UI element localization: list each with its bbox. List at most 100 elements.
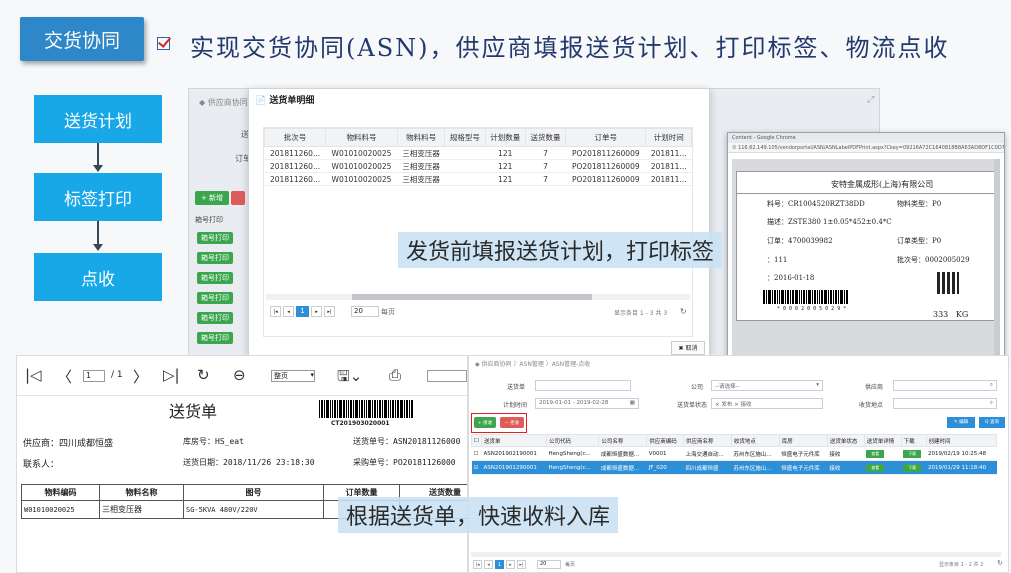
cell: 接收 xyxy=(827,446,865,461)
print-box-button[interactable]: 箱号打印 xyxy=(197,252,233,264)
add-button[interactable]: + 新增 xyxy=(195,191,229,205)
back-icon[interactable]: ⊖ xyxy=(233,366,246,384)
download-button[interactable]: 下载 xyxy=(903,463,922,472)
print-box-button[interactable]: 箱号打印 xyxy=(197,272,233,284)
current-page[interactable]: 1 xyxy=(296,306,309,317)
prev-page-icon[interactable]: 〈 xyxy=(57,366,72,387)
note-title: 送货单 xyxy=(169,402,218,421)
search-icon[interactable]: ⌕ xyxy=(990,400,993,407)
table-row-selected[interactable]: ☑ ASN201901290001 HengSheng(c... 成都恒盛数据.… xyxy=(471,460,997,475)
query-button[interactable]: Q 查询 xyxy=(979,417,1005,428)
column-header[interactable]: 收货地点 xyxy=(730,434,780,447)
table-row[interactable]: 20181126​0... W01010020025 三相变压器 121 7 P… xyxy=(264,159,692,173)
last-page-icon[interactable]: ▷| xyxy=(163,366,180,384)
page-title: 实现交货协同(ASN)，供应商填报送货计划、打印标签、物流点收 xyxy=(190,34,950,62)
cancel-button[interactable]: ✖ 取消 xyxy=(671,341,705,355)
next-page-icon[interactable]: 〉 xyxy=(133,366,148,387)
reject-button[interactable]: − 拒收 xyxy=(500,417,524,428)
column-header[interactable]: 公司名称 xyxy=(598,434,648,447)
print-icon[interactable]: ⎙ xyxy=(389,366,401,384)
column-header[interactable]: 计划时间 xyxy=(645,128,692,147)
next-page-icon[interactable]: ▸ xyxy=(506,560,515,569)
first-page-icon[interactable]: |◂ xyxy=(473,560,482,569)
print-box-button[interactable]: 箱号打印 xyxy=(197,312,233,324)
supplier-input[interactable]: ⌕ xyxy=(893,380,997,391)
view-button[interactable]: 查看 xyxy=(866,463,885,472)
column-header[interactable]: 规格型号 xyxy=(444,128,486,147)
column-header[interactable]: 物料料号 xyxy=(396,128,446,147)
page-size-select[interactable]: 20 xyxy=(537,560,561,569)
pager: |◂ ◂ 1 ▸ ▸| 20 每页 xyxy=(473,560,673,572)
horizontal-scrollbar[interactable] xyxy=(471,552,1001,557)
table-row[interactable]: ☐ ASN201902190001 HengSheng(c... 成都恒盛数据.… xyxy=(471,446,997,461)
refresh-icon[interactable]: ↻ xyxy=(680,307,687,316)
next-page-icon[interactable]: ▸ xyxy=(311,306,322,317)
asn-receive-window: ◆ 供应商协同 〉ASN管理 〉ASN管理-点收 送货单 公司 --请选择-- ▾… xyxy=(468,355,1009,573)
table-row[interactable]: 20181126​0... W01010020025 三相变压器 121 7 P… xyxy=(264,146,692,160)
column-header[interactable]: 批次号 xyxy=(263,128,327,147)
column-header[interactable]: 送货数量 xyxy=(524,128,567,147)
refresh-icon[interactable]: ↻ xyxy=(997,559,1003,567)
report-toolbar: |◁ 〈 1 / 1 〉 ▷| ↻ ⊖ 整页 ▾ 🖫⌄ ⎙ xyxy=(17,356,467,396)
url-bar[interactable]: ① 116.62.149.105/vendorportal/ASN/ASNLab… xyxy=(728,143,1004,153)
prev-page-icon[interactable]: ◂ xyxy=(484,560,493,569)
page-input[interactable]: 1 xyxy=(83,370,105,382)
select-all-checkbox[interactable]: ☐ xyxy=(471,434,482,447)
horizontal-scrollbar[interactable] xyxy=(266,294,690,300)
qr-code xyxy=(937,272,959,294)
row-checkbox[interactable]: ☑ xyxy=(471,460,482,475)
label-date: ：2016-01-18 xyxy=(767,274,815,282)
expand-icon[interactable]: ⤢ xyxy=(867,95,874,105)
cell: 121 xyxy=(485,146,526,160)
asn-input[interactable] xyxy=(535,380,631,391)
view-button[interactable]: 查看 xyxy=(866,449,885,458)
current-page[interactable]: 1 xyxy=(495,560,504,569)
column-header[interactable]: 订单号 xyxy=(565,128,647,147)
location-input[interactable]: ⌕ xyxy=(893,398,997,409)
print-box-button[interactable]: 箱号打印 xyxy=(197,292,233,304)
cell: 三相变压器 xyxy=(99,500,184,519)
column-header[interactable]: 计划数量 xyxy=(484,128,526,147)
download-button[interactable]: 下载 xyxy=(903,449,922,458)
status-select[interactable]: × 发布 × 接收 xyxy=(711,398,823,409)
column-header[interactable]: 送货单 xyxy=(481,434,547,447)
per-page-label: 每页 xyxy=(381,307,395,316)
table-row[interactable]: 20181126​0... W01010020025 三相变压器 121 7 P… xyxy=(264,172,692,186)
column-header[interactable]: 库房 xyxy=(778,434,828,447)
delete-button[interactable] xyxy=(231,191,245,205)
print-box-button[interactable]: 箱号打印 xyxy=(197,332,233,344)
first-page-icon[interactable]: |◁ xyxy=(25,366,42,384)
company-select[interactable]: --请选择-- ▾ xyxy=(711,380,823,391)
prev-page-icon[interactable]: ◂ xyxy=(283,306,294,317)
refresh-icon[interactable]: ↻ xyxy=(197,366,210,384)
last-page-icon[interactable]: ▸| xyxy=(324,306,335,317)
search-input[interactable] xyxy=(427,370,467,382)
save-icon[interactable]: 🖫⌄ xyxy=(337,366,362,391)
print-box-button[interactable]: 箱号打印 xyxy=(197,232,233,244)
column-header[interactable]: 送货单状态 xyxy=(826,434,865,447)
column-header[interactable]: 供应商编码 xyxy=(646,434,685,447)
column-header[interactable]: 创建时间 xyxy=(925,434,997,447)
edit-button[interactable]: ✎ 编辑 xyxy=(947,417,975,428)
asn-field: 送货单号：ASN20181126000 xyxy=(353,437,461,446)
row-checkbox[interactable]: ☐ xyxy=(471,446,482,461)
plan-time-input[interactable]: 2019-01-01 - 2019-02-28 ▦ xyxy=(535,398,639,409)
column-header[interactable]: 送货单详情 xyxy=(863,434,902,447)
per-page-label: 每页 xyxy=(565,562,576,568)
receive-button[interactable]: + 接收 xyxy=(474,417,496,428)
scrollbar-thumb[interactable] xyxy=(352,294,592,300)
first-page-icon[interactable]: |◂ xyxy=(270,306,281,317)
calendar-icon[interactable]: ▦ xyxy=(630,400,635,406)
warehouse-field: 库房号：HS_eat xyxy=(183,437,244,446)
cell: 苏州东区施山... xyxy=(731,446,780,461)
last-page-icon[interactable]: ▸| xyxy=(517,560,526,569)
search-icon[interactable]: ⌕ xyxy=(990,382,993,389)
page-size-select[interactable]: 20 xyxy=(351,306,379,317)
column-header[interactable]: 供应商名称 xyxy=(683,434,732,447)
column-header[interactable]: 下载 xyxy=(900,434,927,447)
zoom-select[interactable]: 整页 ▾ xyxy=(271,370,315,382)
shipping-label: 安特金属成形(上海)有限公司 料号：CR1004520RZT38DD 物料类型：… xyxy=(736,171,1000,321)
column-header[interactable]: 公司代码 xyxy=(545,434,600,447)
column-header[interactable]: 物料料号 xyxy=(325,128,398,147)
vertical-scrollbar[interactable] xyxy=(994,159,1000,359)
